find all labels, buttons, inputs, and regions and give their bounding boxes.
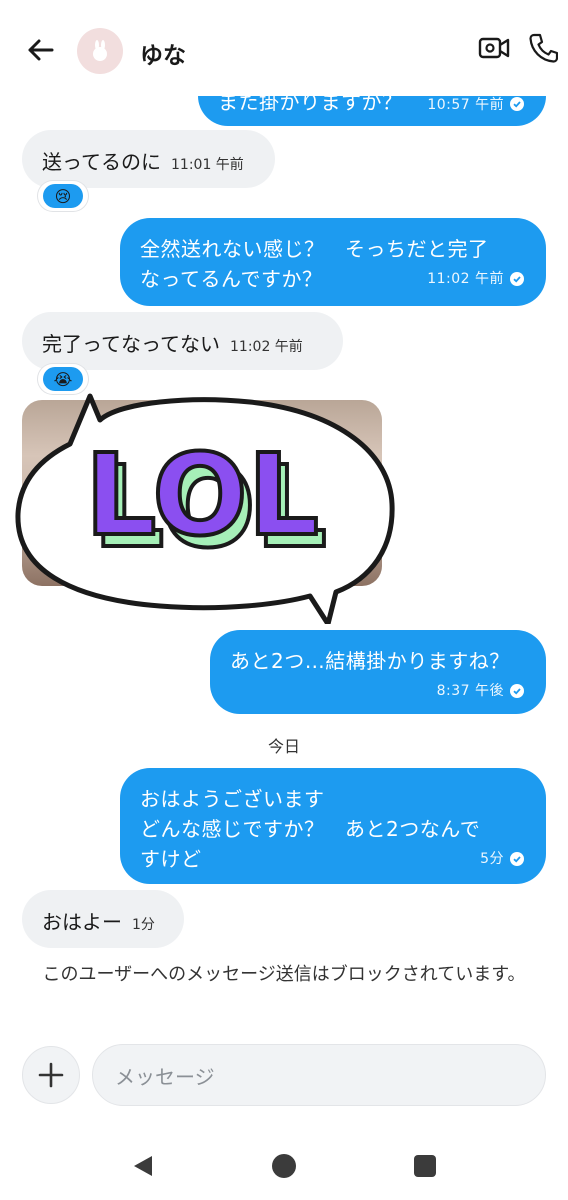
conversation-header: ゆな (0, 0, 568, 96)
nav-home-icon[interactable] (272, 1154, 296, 1178)
message-input[interactable]: メッセージ (92, 1044, 546, 1106)
nav-back-icon[interactable] (132, 1154, 154, 1178)
read-check-icon (510, 272, 524, 286)
back-arrow-icon[interactable] (22, 32, 58, 68)
message-text-line: おはようございます (140, 787, 325, 811)
message-incoming[interactable]: おはよー 1分 (22, 890, 184, 948)
lol-sticker: LOL LOL (15, 393, 395, 624)
message-input-placeholder: メッセージ (115, 1064, 215, 1089)
avatar[interactable] (77, 28, 123, 74)
sad-emoji-icon: 😢 (43, 184, 83, 208)
message-text-line: なってるんですか？ (140, 267, 323, 291)
message-incoming[interactable]: 送ってるのに 11:01 午前 (22, 130, 275, 188)
read-check-icon (510, 684, 524, 698)
message-text-line: どんな感じですか？ あと2つなんで (140, 817, 481, 841)
message-timestamp: 10:57 午前 (427, 94, 525, 114)
message-outgoing[interactable]: 全然送れない感じ？ そっちだと完了 なってるんですか？ 11:02 午前 (120, 218, 546, 306)
message-text: おはよー (42, 910, 122, 934)
message-incoming[interactable]: 完了ってなってない 11:02 午前 (22, 312, 343, 370)
plus-icon (38, 1062, 64, 1088)
message-timestamp: 11:02 午前 (230, 339, 303, 355)
message-outgoing[interactable]: あと2つ…結構掛かりますね？ 8:37 午後 (210, 630, 546, 714)
contact-name[interactable]: ゆな (140, 36, 186, 70)
read-check-icon (510, 97, 525, 111)
message-text-line: 全然送れない感じ？ そっちだと完了 (140, 237, 489, 261)
message-outgoing[interactable]: おはようございます どんな感じですか？ あと2つなんで すけど 5分 (120, 768, 546, 884)
message-timestamp: 1分 (132, 917, 155, 933)
nav-recents-icon[interactable] (414, 1155, 436, 1177)
message-list: また掛かりますか？ 10:57 午前 送ってるのに 11:01 午前 😢 全然送れ… (0, 0, 568, 1030)
message-timestamp: 8:37 午後 (437, 676, 524, 706)
message-text: あと2つ…結構掛かりますね？ (230, 649, 510, 673)
message-timestamp: 11:02 午前 (427, 264, 524, 294)
message-text: 完了ってなってない (42, 332, 220, 356)
read-check-icon (510, 852, 524, 866)
bunny-avatar-icon (93, 40, 107, 61)
reaction-badge[interactable]: 😢 (38, 181, 88, 211)
sticker-text: LOL (85, 431, 319, 561)
message-timestamp: 11:01 午前 (171, 157, 244, 173)
message-text-line: すけど (140, 847, 202, 871)
video-call-icon[interactable] (478, 34, 514, 66)
system-navigation-bar (0, 1136, 568, 1200)
message-text: 送ってるのに (42, 150, 161, 174)
date-divider: 今日 (267, 737, 300, 756)
phone-icon[interactable] (528, 32, 562, 68)
message-timestamp: 5分 (480, 844, 524, 874)
add-attachment-button[interactable] (22, 1046, 80, 1104)
blocked-notice: このユーザーへのメッセージ送信はブロックされています。 (42, 964, 526, 985)
